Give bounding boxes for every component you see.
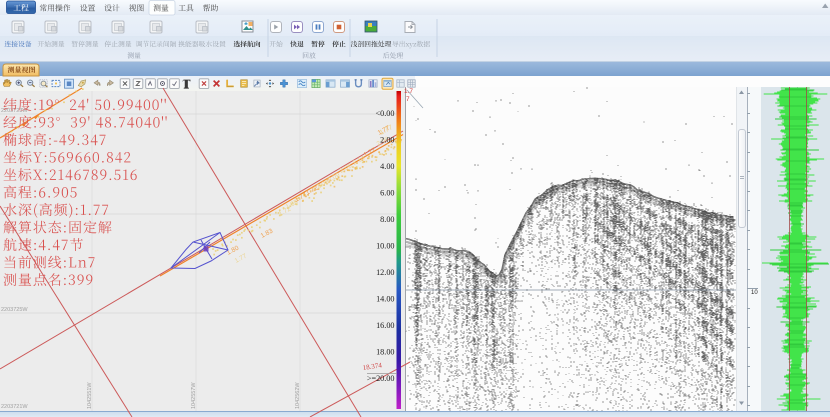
svg-text:1042562W: 1042562W [295, 382, 301, 409]
svg-text:12.00: 12.00 [376, 268, 394, 277]
svg-text:16.00: 16.00 [376, 321, 394, 330]
svg-text:6.00: 6.00 [380, 188, 394, 197]
svg-text:1042551W: 1042551W [87, 382, 93, 409]
svg-text:2.09: 2.09 [327, 171, 342, 183]
svg-text:4.00: 4.00 [380, 162, 394, 171]
svg-text:<0.00: <0.00 [376, 109, 395, 118]
svg-text:1.7: 1.7 [404, 88, 413, 95]
svg-text:7: 7 [406, 96, 410, 103]
svg-text:1.77: 1.77 [234, 252, 249, 264]
svg-text:14.00: 14.00 [376, 294, 394, 303]
svg-text:2203725W: 2203725W [1, 307, 28, 313]
svg-text:18.374: 18.374 [362, 361, 383, 372]
svg-text:2203721W: 2203721W [1, 404, 28, 410]
svg-text:10.00: 10.00 [376, 241, 394, 250]
svg-text:>=20.00: >=20.00 [367, 374, 395, 383]
svg-text:2.00: 2.00 [380, 135, 394, 144]
svg-text:18.00: 18.00 [376, 347, 394, 356]
svg-text:1.83: 1.83 [260, 227, 275, 239]
svg-text:1042557W: 1042557W [191, 382, 197, 409]
svg-text:8.00: 8.00 [380, 215, 394, 224]
